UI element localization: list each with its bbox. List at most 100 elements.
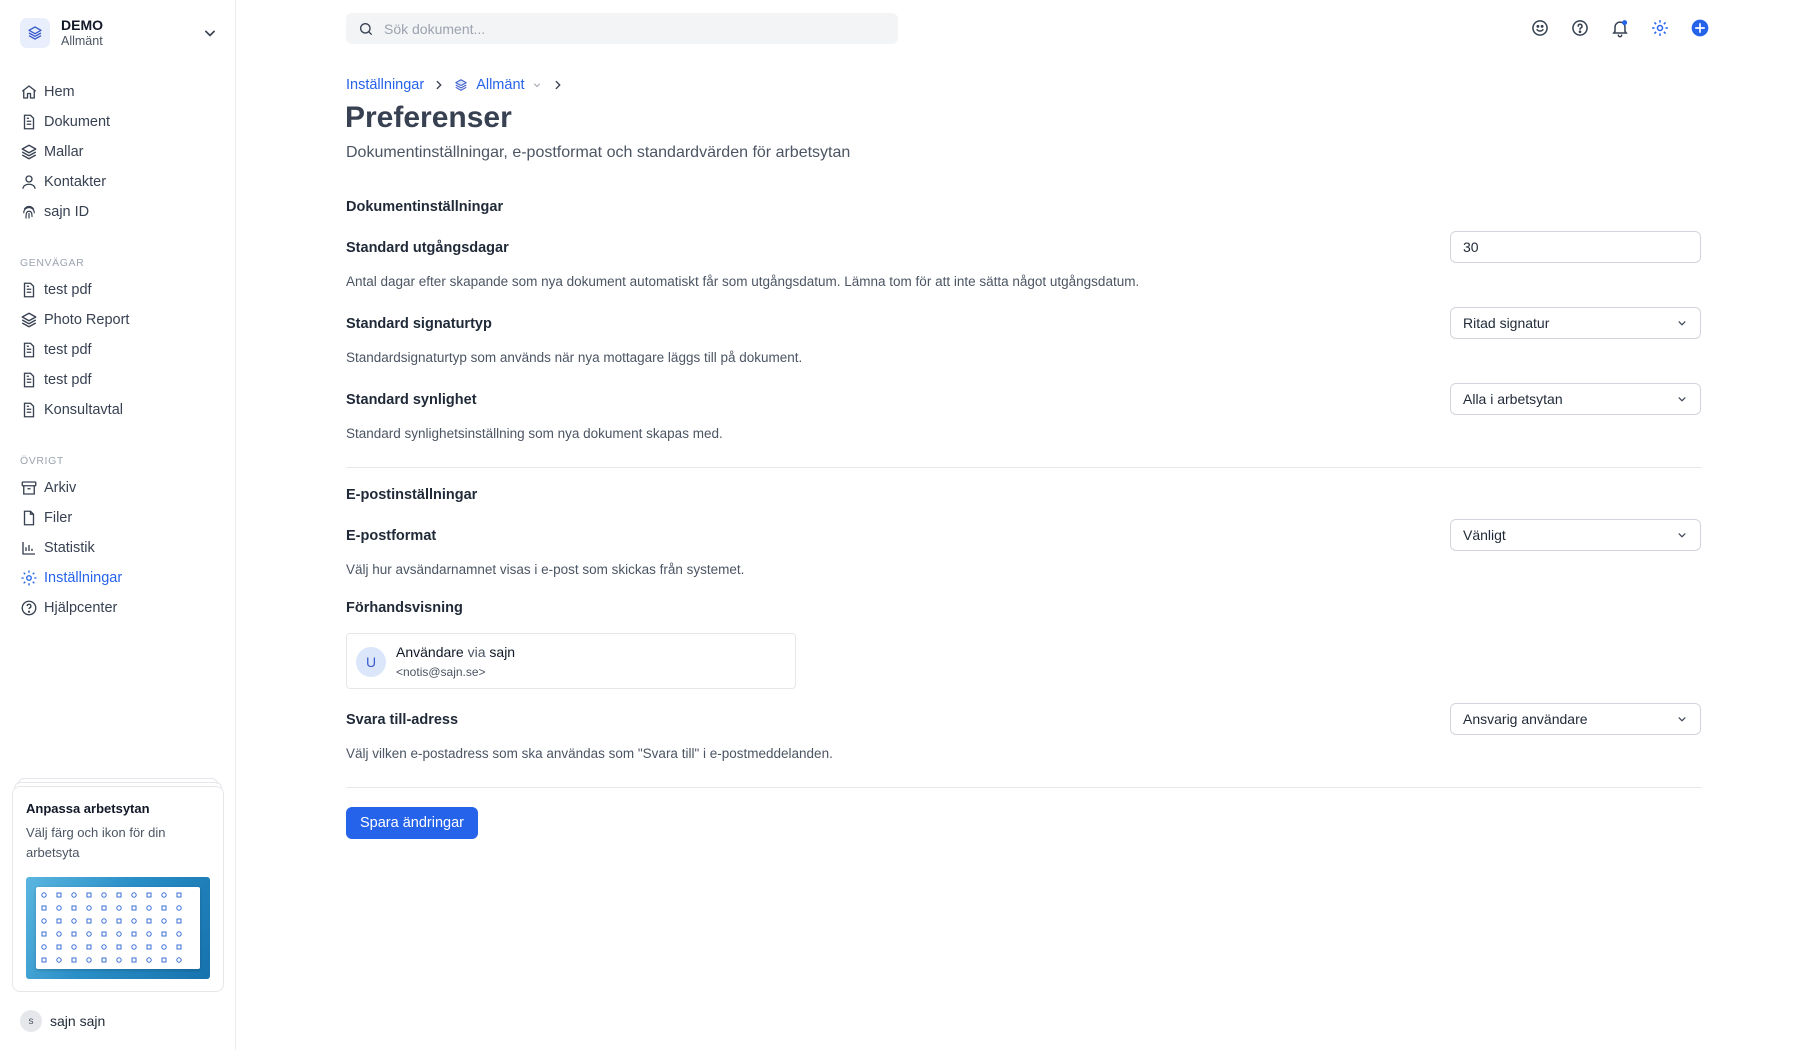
section-divider (346, 787, 1702, 788)
chevron-down-icon (1678, 533, 1686, 538)
sender-name: Användare (396, 644, 464, 660)
other-heading: ÖVRIGT (20, 455, 64, 467)
section-divider (346, 467, 1702, 468)
search-icon (360, 22, 372, 35)
expiry-days-field[interactable] (1450, 231, 1701, 263)
nav-item-sajn-id[interactable]: sajn ID (12, 197, 224, 227)
chevron-down-icon[interactable] (531, 79, 543, 91)
nav-label: Kontakter (44, 174, 107, 190)
expiry-days-input[interactable] (1463, 239, 1683, 255)
signature-type-select[interactable]: Ritad signatur (1450, 307, 1701, 339)
plus-circle-icon[interactable] (1690, 18, 1710, 38)
shortcut-item[interactable]: test pdf (12, 365, 224, 395)
nav-item-contacts[interactable]: Kontakter (12, 167, 224, 197)
document-icon (23, 282, 35, 298)
bar-chart-icon (22, 542, 35, 555)
email-settings-heading: E-postinställningar (346, 487, 478, 503)
chevron-right-icon (436, 80, 442, 90)
sender-avatar: U (356, 647, 386, 677)
icon-grid-card (36, 887, 200, 969)
chevron-down-icon (1678, 397, 1686, 402)
main-nav: Hem Dokument Mallar Kontakter sajn ID (12, 77, 224, 227)
user-avatar: s (20, 1010, 42, 1032)
gear-icon[interactable] (1650, 18, 1670, 38)
breadcrumb-settings-link[interactable]: Inställningar (346, 77, 424, 93)
signature-type-help: Standardsignaturtyp som används när nya … (346, 350, 803, 365)
visibility-select[interactable]: Alla i arbetsytan (1450, 383, 1701, 415)
nav-item-settings[interactable]: Inställningar (12, 563, 224, 593)
archive-icon (21, 481, 37, 495)
user-icon (22, 175, 36, 189)
nav-label: Hjälpcenter (44, 600, 118, 616)
email-format-help: Välj hur avsändarnamnet visas i e-post s… (346, 562, 745, 577)
workspace-logo-icon (20, 18, 50, 48)
reply-to-label: Svara till-adress (346, 712, 459, 728)
nav-item-statistics[interactable]: Statistik (12, 533, 224, 563)
sender-display-name: Användare via sajn (396, 644, 515, 660)
workspace-logo-icon (455, 79, 467, 91)
chevron-down-icon (1678, 717, 1686, 722)
gear-icon (21, 570, 37, 586)
email-format-label: E-postformat (346, 528, 437, 544)
signature-type-label: Standard signaturtyp (346, 316, 492, 332)
bell-icon[interactable] (1610, 18, 1630, 38)
nav-item-templates[interactable]: Mallar (12, 137, 224, 167)
icon-grid-image (41, 892, 182, 963)
nav-item-home[interactable]: Hem (12, 77, 224, 107)
expiry-days-label: Standard utgångsdagar (346, 240, 509, 256)
chevron-down-icon (1678, 321, 1686, 326)
reply-to-help: Välj vilken e-postadress som ska använda… (346, 746, 833, 761)
sender-app: sajn (489, 644, 516, 660)
file-icon (23, 510, 35, 526)
save-changes-button[interactable]: Spara ändringar (346, 807, 478, 839)
expiry-days-help: Antal dagar efter skapande som nya dokum… (346, 274, 1140, 289)
nav-label: Statistik (44, 540, 95, 556)
promo-description: Välj färg och ikon för din arbetsyta (26, 825, 166, 860)
email-sender-preview: U Användare via sajn <notis@sajn.se> (346, 633, 796, 689)
workspace-switcher[interactable]: DEMO Allmänt (20, 16, 220, 50)
sidebar: DEMO Allmänt Hem Dokument Mallar Kontakt… (0, 0, 236, 1050)
nav-item-files[interactable]: Filer (12, 503, 224, 533)
email-format-value: Vänligt (1463, 527, 1506, 543)
shortcut-item[interactable]: test pdf (12, 335, 224, 365)
visibility-help: Standard synlighetsinställning som nya d… (346, 426, 723, 441)
nav-label: Inställningar (44, 570, 123, 586)
reply-to-select[interactable]: Ansvarig användare (1450, 703, 1701, 735)
shortcut-label: Photo Report (44, 312, 130, 328)
document-icon (23, 342, 35, 358)
shortcut-label: test pdf (44, 372, 92, 388)
visibility-value: Alla i arbetsytan (1463, 391, 1563, 407)
user-menu[interactable]: s sajn sajn (20, 1010, 105, 1032)
layers-icon (21, 144, 37, 160)
search-input[interactable] (384, 20, 864, 37)
nav-item-archive[interactable]: Arkiv (12, 473, 224, 503)
nav-item-documents[interactable]: Dokument (12, 107, 224, 137)
chevron-right-icon (555, 80, 561, 90)
document-icon (23, 372, 35, 388)
help-circle-icon[interactable] (1570, 18, 1590, 38)
reply-to-value: Ansvarig användare (1463, 711, 1588, 727)
customize-workspace-card[interactable]: Anpassa arbetsytan Välj färg och ikon fö… (12, 786, 224, 992)
breadcrumb-workspace-link[interactable]: Allmänt (476, 77, 524, 93)
shortcut-item[interactable]: test pdf (12, 275, 224, 305)
smiley-feedback-icon[interactable] (1530, 18, 1550, 38)
nav-label: sajn ID (44, 204, 90, 220)
icon-grid-illustration (26, 877, 210, 979)
layers-icon (21, 312, 37, 328)
document-settings-heading: Dokumentinställningar (346, 199, 504, 215)
chevron-down-icon (205, 30, 215, 37)
shortcut-label: test pdf (44, 342, 92, 358)
shortcut-item[interactable]: Photo Report (12, 305, 224, 335)
email-format-select[interactable]: Vänligt (1450, 519, 1701, 551)
nav-label: Filer (44, 510, 73, 526)
nav-item-help[interactable]: Hjälpcenter (12, 593, 224, 623)
signature-type-value: Ritad signatur (1463, 315, 1550, 331)
nav-label: Arkiv (44, 480, 77, 496)
sender-address: <notis@sajn.se> (396, 665, 486, 679)
workspace-name: DEMO (61, 17, 103, 33)
visibility-label: Standard synlighet (346, 392, 477, 408)
shortcuts-nav: test pdf Photo Report test pdf test pdf … (12, 275, 224, 425)
shortcuts-heading: GENVÄGAR (20, 257, 85, 269)
shortcut-item[interactable]: Konsultavtal (12, 395, 224, 425)
breadcrumb: Inställningar Allmänt (346, 77, 573, 93)
